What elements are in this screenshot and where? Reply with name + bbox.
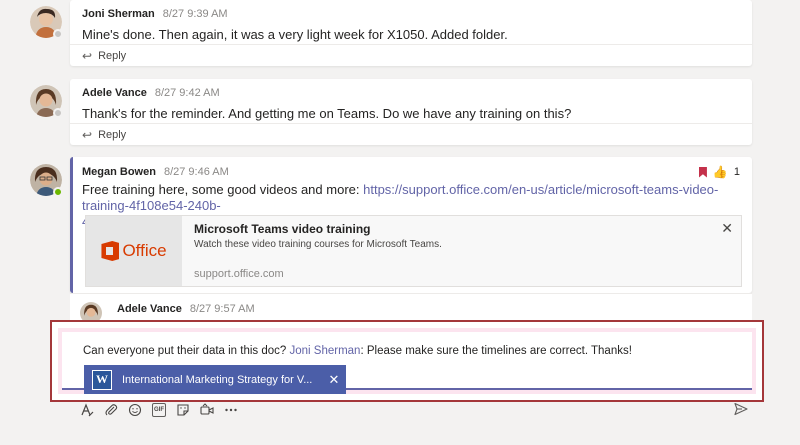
reply-button[interactable]: ↩ Reply <box>70 123 752 145</box>
link-preview-card[interactable]: Office Microsoft Teams video training Wa… <box>85 215 742 287</box>
preview-domain: support.office.com <box>194 268 284 280</box>
close-icon[interactable]: ✕ <box>721 220 733 237</box>
emoji-icon[interactable] <box>128 403 142 417</box>
message-timestamp: 8/27 9:39 AM <box>162 8 228 20</box>
presence-away-icon <box>53 29 63 39</box>
reply-arrow-icon: ↩ <box>82 127 93 142</box>
compose-input[interactable]: Can everyone put their data in this doc?… <box>62 332 752 394</box>
more-icon[interactable] <box>224 403 238 417</box>
message-text: Mine's done. Then again, it was a very l… <box>82 27 508 42</box>
presence-online-icon <box>53 187 63 197</box>
mention-joni-sherman[interactable]: Joni Sherman <box>290 345 361 357</box>
format-icon[interactable] <box>80 403 94 417</box>
reply-arrow-icon: ↩ <box>82 48 93 63</box>
gif-icon[interactable]: GIF <box>152 403 166 417</box>
avatar-megan-bowen[interactable] <box>30 164 63 197</box>
office-icon <box>101 241 120 261</box>
reply-label: Reply <box>98 128 127 141</box>
message-text-prefix: Free training here, some good videos and… <box>82 182 364 197</box>
like-count: 1 <box>733 166 740 178</box>
reply-button[interactable]: ↩ Reply <box>70 44 752 66</box>
like-icon[interactable]: 👍 <box>713 165 728 179</box>
attachment-chip[interactable]: W International Marketing Strategy for V… <box>84 365 346 394</box>
message-reactions: 👍 1 <box>698 165 740 179</box>
message-card-highlighted: Megan Bowen 8/27 9:46 AM Free training h… <box>70 157 752 293</box>
avatar-adele-vance[interactable] <box>30 85 63 118</box>
presence-away-icon <box>53 108 63 118</box>
nested-reply: Adele Vance 8/27 9:57 AM <box>70 293 752 324</box>
word-doc-icon: W <box>92 369 112 390</box>
compose-text[interactable]: Can everyone put their data in this doc?… <box>83 345 632 357</box>
avatar-joni-sherman[interactable] <box>30 6 63 39</box>
bookmark-icon[interactable] <box>698 166 707 178</box>
reply-label: Reply <box>98 49 127 62</box>
meet-icon[interactable] <box>200 403 214 417</box>
compose-area: Can everyone put their data in this doc?… <box>50 320 764 402</box>
nested-reply-author[interactable]: Adele Vance <box>117 303 182 315</box>
message-text: Thank's for the reminder. And getting me… <box>82 106 572 121</box>
message-card: Joni Sherman 8/27 9:39 AM Mine's done. T… <box>70 0 752 66</box>
office-logo: Office <box>101 241 167 261</box>
preview-description: Watch these video training courses for M… <box>194 239 442 250</box>
compose-text-after: : Please make sure the timelines are cor… <box>360 345 632 357</box>
message-author[interactable]: Megan Bowen <box>82 166 156 178</box>
message-timestamp: 8/27 9:46 AM <box>163 166 229 178</box>
sticker-icon[interactable] <box>176 403 190 417</box>
remove-attachment-icon[interactable]: ✕ <box>322 372 346 388</box>
preview-title[interactable]: Microsoft Teams video training <box>194 222 729 236</box>
message-author[interactable]: Joni Sherman <box>82 8 155 20</box>
message-author[interactable]: Adele Vance <box>82 87 147 99</box>
attachment-name[interactable]: International Marketing Strategy for V..… <box>122 374 322 386</box>
nested-reply-timestamp: 8/27 9:57 AM <box>189 303 255 315</box>
message-timestamp: 8/27 9:42 AM <box>154 87 220 99</box>
message-card: Adele Vance 8/27 9:42 AM Thank's for the… <box>70 79 752 145</box>
preview-thumbnail: Office <box>86 216 182 286</box>
office-logo-text: Office <box>122 241 167 260</box>
compose-toolbar: GIF <box>80 402 238 418</box>
attach-icon[interactable] <box>104 403 118 417</box>
send-icon[interactable] <box>734 402 748 416</box>
compose-text-before: Can everyone put their data in this doc? <box>83 345 290 357</box>
